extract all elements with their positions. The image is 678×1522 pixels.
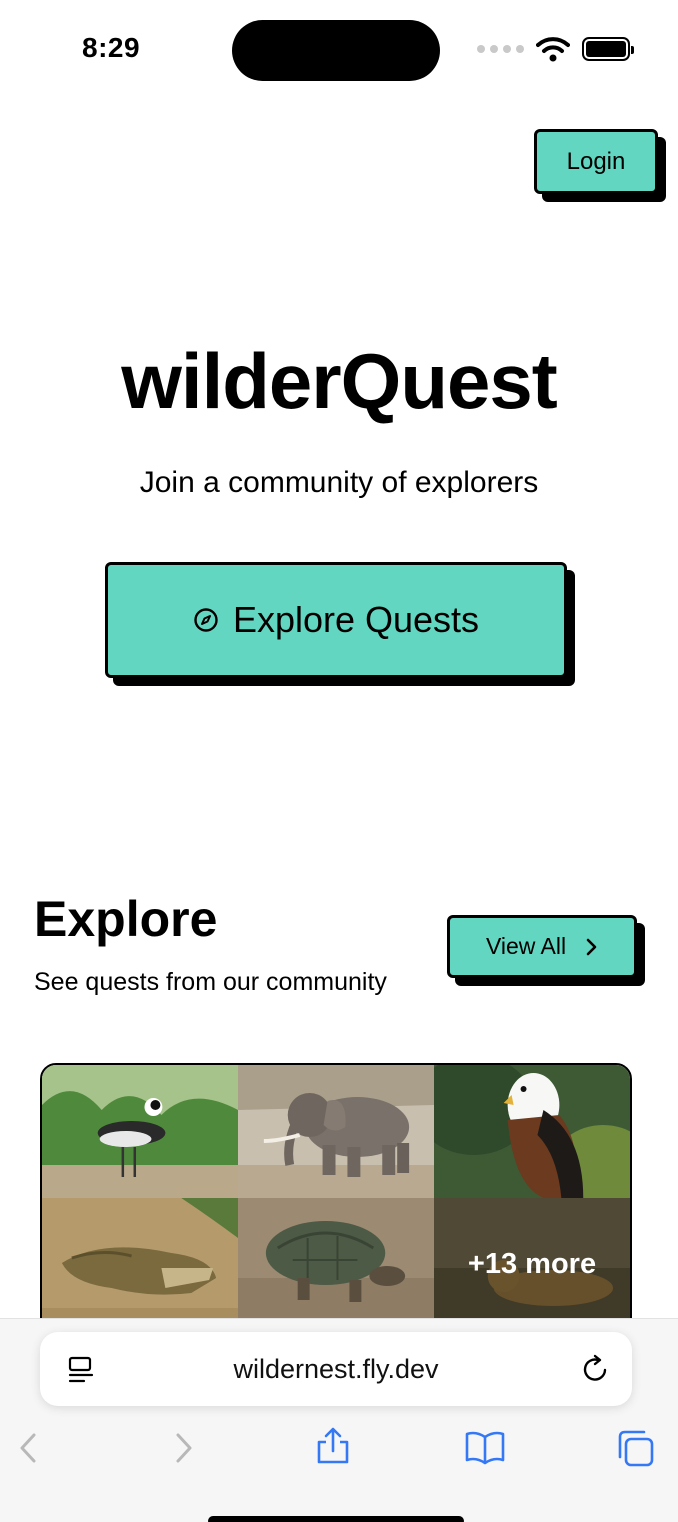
tabs-icon[interactable] [616,1429,654,1467]
status-time: 8:29 [82,32,141,63]
cellular-dots-icon [477,45,524,53]
quest-photo-crocodile[interactable] [42,1198,238,1331]
more-photos-label: +13 more [467,1248,597,1280]
section-subtitle: See quests from our community [34,968,387,996]
forward-icon[interactable] [164,1429,202,1467]
quest-photo-eagle[interactable] [434,1065,630,1198]
browser-nav-row [0,1427,678,1483]
bookmarks-icon[interactable] [464,1429,506,1467]
url-bar[interactable]: wildernest.fly.dev [40,1332,632,1406]
url-text: wildernest.fly.dev [233,1353,439,1384]
quest-photo-plover[interactable] [42,1065,238,1198]
quest-photo-elephant[interactable] [238,1065,434,1198]
browser-toolbar: wildernest.fly.dev [0,1318,678,1522]
hero-subtitle: Join a community of explorers [139,466,539,499]
home-indicator [208,1516,464,1522]
compass-icon [194,608,218,632]
section-title-explore: Explore [34,891,218,947]
quest-photo-tortoise[interactable] [238,1198,434,1331]
status-bar: 8:29 [0,0,678,100]
dynamic-island [232,20,440,81]
explore-quests-button[interactable]: Explore Quests [105,562,567,678]
quest-photo-leopard[interactable]: +13 more [434,1198,630,1331]
reload-icon[interactable] [580,1354,610,1384]
status-icons [477,36,634,62]
share-icon[interactable] [314,1427,352,1465]
explore-quests-label: Explore Quests [232,599,480,640]
back-icon[interactable] [10,1429,48,1467]
battery-icon [582,37,634,61]
login-label: Login [566,147,626,175]
chevron-right-icon [586,938,597,955]
wifi-icon [536,37,570,62]
reader-icon[interactable] [68,1356,94,1384]
page-title: wilderQuest [121,337,557,425]
view-all-button[interactable]: View All [447,915,637,978]
more-photos-overlay[interactable]: +13 more [434,1198,630,1331]
view-all-label: View All [485,933,567,959]
login-button[interactable]: Login [534,129,658,194]
